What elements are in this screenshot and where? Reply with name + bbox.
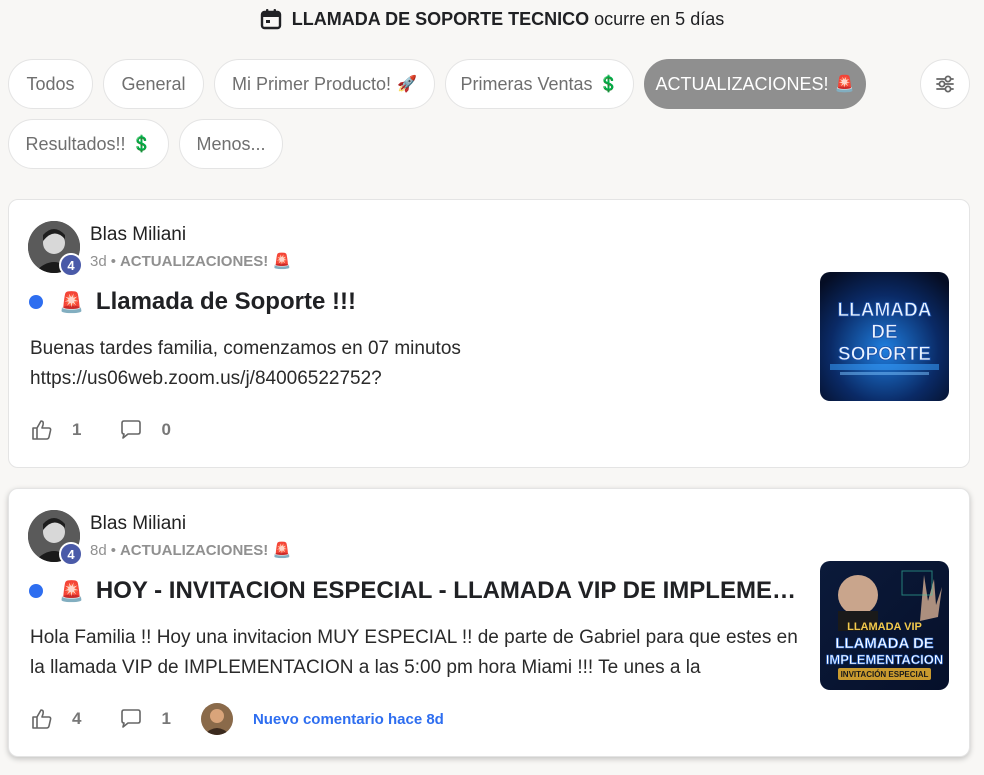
event-banner[interactable]: LLAMADA DE SOPORTE TECNICO ocurre en 5 d… (0, 6, 984, 32)
thumb-line: LLAMADA (838, 300, 932, 321)
post-title-row[interactable]: 🚨 HOY - INVITACION ESPECIAL - LLAMADA VI… (29, 574, 797, 608)
post-title[interactable]: HOY - INVITACION ESPECIAL - LLAMADA VIP … (96, 577, 797, 605)
chip-label: Primeras Ventas (460, 73, 593, 94)
chip-label: General (121, 73, 186, 94)
comment-icon (121, 420, 142, 439)
chip-label: Menos... (196, 133, 266, 154)
thumb-line: INVITACIÓN ESPECIAL (841, 670, 929, 679)
thumb-line: DE (871, 322, 897, 343)
post-age: 3d (90, 253, 107, 270)
dollar-icon: 💲 (131, 136, 152, 153)
post-category[interactable]: ACTUALIZACIONES! (120, 253, 268, 270)
chip-label: Resultados!! (25, 133, 126, 154)
post-category[interactable]: ACTUALIZACIONES! (120, 542, 268, 559)
post-card[interactable]: 4 Blas Miliani 3d • ACTUALIZACIONES! 🚨 🚨 L… (8, 199, 970, 468)
comment-button[interactable] (119, 707, 143, 731)
siren-icon: 🚨 (272, 253, 292, 270)
thumbs-up-icon (32, 420, 52, 440)
event-title: LLAMADA DE SOPORTE TECNICO (291, 8, 590, 29)
thumbnail-image: LLAMADA DE SOPORTE (820, 272, 949, 401)
post-age: 8d (90, 542, 107, 559)
author-avatar[interactable]: 4 (28, 510, 84, 566)
siren-icon: 🚨 (272, 542, 292, 559)
post-body: Buenas tardes familia, comenzamos en 07 … (30, 338, 461, 389)
post-actions: 4 1 Nuevo comentario hace 8d (30, 703, 444, 735)
siren-icon: 🚨 (834, 76, 855, 93)
post-card[interactable]: 4 Blas Miliani 8d • ACTUALIZACIONES! 🚨 🚨 H… (8, 488, 970, 757)
like-count: 1 (72, 420, 82, 439)
post-meta: 8d • ACTUALIZACIONES! 🚨 (90, 542, 292, 559)
filter-settings-button[interactable] (920, 59, 970, 109)
comment-button[interactable] (119, 418, 143, 442)
siren-icon: 🚨 (59, 291, 84, 314)
comment-count: 0 (161, 420, 171, 439)
post-meta: 3d • ACTUALIZACIONES! 🚨 (90, 253, 292, 270)
like-button[interactable] (30, 418, 54, 442)
level-badge: 4 (59, 253, 83, 277)
chip-menos[interactable]: Menos... (179, 119, 283, 169)
dollar-icon: 💲 (598, 76, 619, 93)
chip-general[interactable]: General (103, 59, 204, 109)
like-count: 4 (72, 709, 82, 728)
comment-icon (121, 709, 142, 728)
chip-resultados[interactable]: Resultados!! 💲 (8, 119, 169, 169)
unread-indicator (29, 584, 43, 598)
thumbnail-image: LLAMADA VIP LLAMADA DE IMPLEMENTACION IN… (820, 561, 949, 690)
chip-label: Todos (26, 73, 75, 94)
post-title[interactable]: Llamada de Soporte !!! (96, 288, 356, 316)
unread-indicator (29, 295, 43, 309)
thumb-line: LLAMADA DE (835, 635, 934, 652)
post-title-row[interactable]: 🚨 Llamada de Soporte !!! (29, 285, 809, 319)
sliders-icon (936, 75, 954, 93)
like-button[interactable] (30, 707, 54, 731)
post-actions: 1 0 (30, 416, 209, 444)
commenter-avatar[interactable] (200, 703, 233, 735)
thumb-line: LLAMADA VIP (847, 621, 922, 633)
event-countdown: ocurre en 5 días (594, 8, 725, 29)
new-comment-link[interactable]: Nuevo comentario hace 8d (253, 711, 444, 728)
rocket-icon: 🚀 (397, 76, 417, 93)
chip-mi-primer-producto[interactable]: Mi Primer Producto! 🚀 (214, 59, 435, 109)
level-badge: 4 (59, 542, 83, 566)
chip-label: Mi Primer Producto! (232, 73, 392, 94)
thumbs-up-icon (32, 709, 52, 729)
comment-count: 1 (161, 709, 171, 728)
post-body: Hola Familia !! Hoy una invitacion MUY E… (30, 627, 798, 678)
calendar-icon (260, 8, 282, 30)
author-name[interactable]: Blas Miliani (90, 513, 186, 535)
thumb-line: IMPLEMENTACION (826, 652, 943, 667)
author-avatar[interactable]: 4 (28, 221, 84, 277)
post-thumbnail[interactable]: LLAMADA DE SOPORTE (820, 272, 949, 401)
siren-icon: 🚨 (59, 580, 84, 603)
commenter-photo (200, 703, 233, 735)
chip-actualizaciones[interactable]: ACTUALIZACIONES! 🚨 (644, 59, 866, 109)
chip-todos[interactable]: Todos (8, 59, 93, 109)
chip-label: ACTUALIZACIONES! (655, 73, 829, 94)
thumb-line: SOPORTE (838, 344, 931, 365)
author-name[interactable]: Blas Miliani (90, 224, 186, 246)
chip-primeras-ventas[interactable]: Primeras Ventas 💲 (445, 59, 634, 109)
post-thumbnail[interactable]: LLAMADA VIP LLAMADA DE IMPLEMENTACION IN… (820, 561, 949, 690)
